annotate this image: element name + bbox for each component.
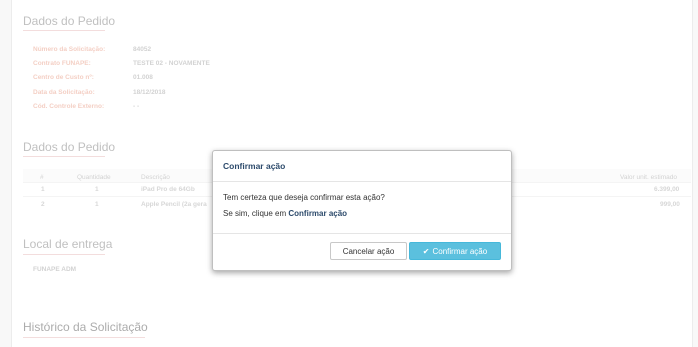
confirm-action-label: Confirmar ação xyxy=(432,246,488,256)
confirm-action-button[interactable]: ✔ Confirmar ação xyxy=(409,242,501,260)
dialog-instruction-prefix: Se sim, clique em xyxy=(223,209,287,218)
dialog-footer-divider xyxy=(213,233,511,234)
dialog-question: Tem certeza que deseja confirmar esta aç… xyxy=(223,193,385,202)
dialog-title: Confirmar ação xyxy=(223,161,286,171)
dialog-instruction: Se sim, clique em Confirmar ação xyxy=(223,209,347,218)
dialog-header-divider xyxy=(213,181,511,182)
dialog-instruction-action: Confirmar ação xyxy=(288,209,348,218)
cancel-action-label: Cancelar ação xyxy=(342,246,395,256)
confirm-dialog: Confirmar ação Tem certeza que deseja co… xyxy=(212,150,512,271)
check-icon: ✔ xyxy=(422,246,430,256)
cancel-action-button[interactable]: Cancelar ação xyxy=(330,242,407,260)
